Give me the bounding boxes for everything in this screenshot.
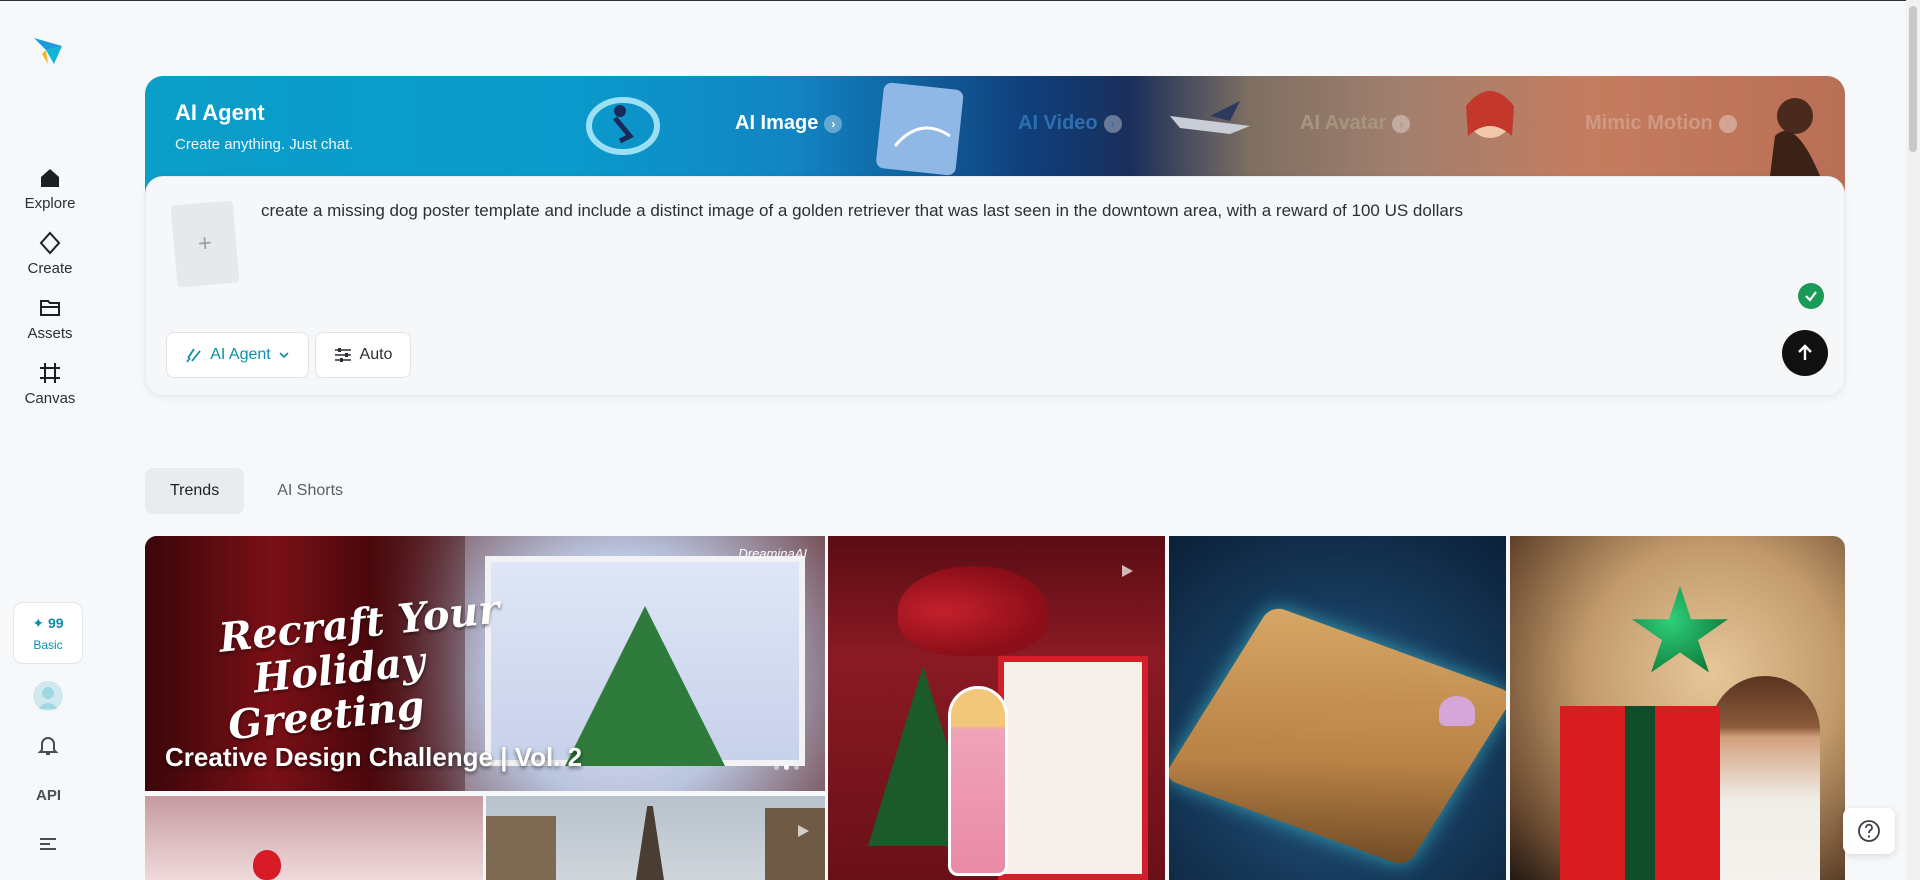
credits-count-value: 99: [48, 614, 64, 631]
folder-icon: [40, 300, 60, 316]
gallery-item-gift-portrait[interactable]: [1510, 536, 1845, 880]
user-avatar-icon: [38, 687, 58, 709]
avatar[interactable]: [33, 681, 63, 711]
gallery-item-christmas-card[interactable]: [828, 536, 1165, 880]
app-logo-icon[interactable]: [32, 34, 64, 66]
scrollbar-thumb[interactable]: [1909, 6, 1917, 152]
chevron-right-icon: ›: [1718, 114, 1737, 133]
sidebar: Explore Create Assets Canvas ✦ 99 Basic …: [0, 0, 100, 880]
sidebar-item-create[interactable]: Create: [12, 231, 88, 287]
chevron-right-icon: ›: [1103, 114, 1122, 133]
plus-icon: +: [196, 229, 214, 258]
help-button[interactable]: [1843, 808, 1895, 854]
sidebar-item-label: Explore: [24, 195, 76, 212]
featured-challenge-card[interactable]: Recraft Your Holiday Greeting DreaminaAI…: [145, 536, 825, 791]
home-icon: [41, 169, 59, 187]
banner-title: AI Agent: [175, 100, 265, 125]
mimic-motion-thumbnail: [1450, 76, 1540, 176]
featured-headline: Recraft Your Holiday Greeting: [217, 586, 511, 750]
chevron-right-icon: ›: [824, 114, 843, 133]
sidebar-item-label: Assets: [27, 325, 73, 342]
banner-subtitle: Create anything. Just chat.: [175, 136, 354, 153]
ai-image-thumbnail: [575, 76, 665, 176]
arrow-up-icon: [1798, 344, 1812, 360]
sidebar-item-label: Canvas: [24, 390, 76, 407]
ribbon-art: [1625, 706, 1655, 880]
star-balloon-art: [1632, 586, 1728, 673]
island-art: [1169, 604, 1506, 868]
sliders-icon: [334, 348, 351, 362]
bell-icon[interactable]: [36, 733, 60, 757]
play-icon: [1122, 565, 1133, 577]
featured-caption: Creative Design Challenge | Vol. 2: [165, 742, 583, 772]
gallery-item-paris[interactable]: [486, 796, 825, 880]
tab-ai-shorts[interactable]: AI Shorts: [252, 468, 368, 514]
top-border: [0, 0, 1920, 1]
check-status-icon: [1798, 283, 1824, 309]
auto-label: Auto: [359, 346, 393, 363]
credits-badge[interactable]: ✦ 99 Basic: [13, 602, 83, 664]
prompt-input[interactable]: create a missing dog poster template and…: [261, 199, 1761, 223]
sidebar-item-assets[interactable]: Assets: [12, 296, 88, 352]
tile-ai-image[interactable]: AI Image ›: [735, 112, 843, 135]
figure-art: [948, 686, 1008, 876]
agent-slash-icon: [186, 348, 201, 363]
mimic-motion-thumbnail-figure: [1745, 76, 1845, 176]
tile-mimic-motion[interactable]: Mimic Motion ›: [1585, 112, 1737, 135]
chevron-down-icon: [279, 352, 289, 359]
diamond-icon: [39, 231, 61, 255]
upload-reference-button[interactable]: +: [170, 200, 240, 288]
credits-count: ✦ 99: [32, 614, 64, 631]
agent-mode-label: AI Agent: [210, 346, 271, 363]
tile-ai-video[interactable]: AI Video ›: [1018, 112, 1122, 135]
gallery-item-underwater-island[interactable]: [1169, 536, 1506, 880]
plan-tier: Basic: [33, 637, 63, 652]
api-link[interactable]: API: [36, 787, 61, 804]
bow-art: [898, 566, 1048, 656]
carousel-dots: [774, 765, 799, 770]
tile-ai-avatar[interactable]: AI Avatar ›: [1300, 112, 1411, 135]
send-button[interactable]: [1782, 330, 1828, 376]
tile-mimic-motion-label: Mimic Motion: [1585, 112, 1713, 134]
settings-auto-button[interactable]: Auto: [315, 332, 411, 378]
sidebar-item-label: Create: [27, 260, 73, 277]
strawberry-art: [253, 850, 281, 880]
tree-art: [565, 606, 725, 766]
tile-ai-video-label: AI Video: [1018, 112, 1098, 134]
carousel-dot-active[interactable]: [784, 765, 789, 770]
carousel-dot[interactable]: [774, 765, 779, 770]
building-art: [765, 808, 825, 880]
carousel-dot[interactable]: [794, 765, 799, 770]
gallery-tabs: Trends AI Shorts: [145, 468, 368, 514]
sidebar-item-canvas[interactable]: Canvas: [12, 361, 88, 417]
question-icon: [1858, 820, 1880, 842]
building-art: [486, 816, 556, 880]
chevron-right-icon: ›: [1392, 114, 1411, 133]
ai-video-thumbnail: [870, 76, 980, 176]
tab-trends[interactable]: Trends: [145, 468, 245, 514]
agent-mode-dropdown[interactable]: AI Agent: [166, 332, 309, 378]
play-icon: [798, 825, 809, 837]
brand-watermark: DreaminaAI: [738, 546, 807, 561]
tile-ai-avatar-label: AI Avatar: [1300, 112, 1387, 134]
gallery-item-strawberry[interactable]: [145, 796, 483, 880]
crop-frame-icon: [40, 363, 60, 383]
jellyfish-art: [1439, 696, 1475, 726]
tower-art: [636, 806, 664, 880]
prompt-card: + create a missing dog poster template a…: [145, 176, 1845, 396]
tile-ai-image-label: AI Image: [735, 112, 819, 134]
card-art: [998, 656, 1148, 880]
ai-avatar-thumbnail: [1160, 76, 1270, 176]
menu-icon[interactable]: [38, 836, 58, 852]
person-art: [1710, 676, 1820, 880]
sidebar-item-explore[interactable]: Explore: [12, 166, 88, 222]
